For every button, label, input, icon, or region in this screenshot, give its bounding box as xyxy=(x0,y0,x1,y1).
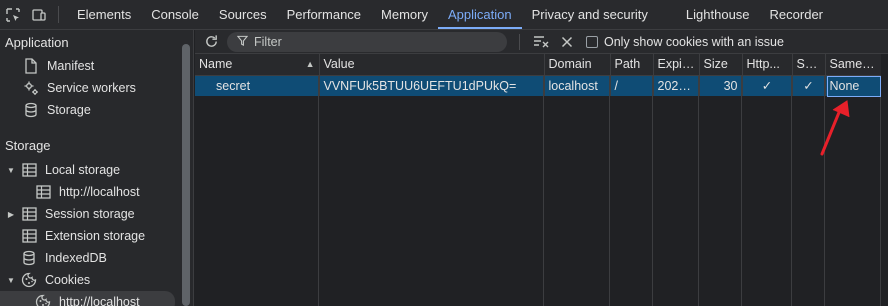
samesite-cell-focus-outline xyxy=(827,76,881,97)
column-divider xyxy=(825,75,881,306)
table-icon xyxy=(20,162,38,178)
only-issues-label: Only show cookies with an issue xyxy=(604,34,784,49)
cookies-toolbar: Only show cookies with an issue xyxy=(195,30,888,54)
column-divider xyxy=(792,75,825,306)
cookies-panel: Only show cookies with an issue Name ▲ Va… xyxy=(195,30,888,306)
column-header-size[interactable]: Size xyxy=(699,54,743,76)
column-divider xyxy=(699,75,742,306)
sidebar-scrollbar[interactable] xyxy=(182,44,190,306)
sidebar-item-session-storage[interactable]: ▶ Session storage xyxy=(0,203,193,225)
sidebar-item-label: IndexedDB xyxy=(45,251,107,265)
tab-label: Lighthouse xyxy=(685,7,750,22)
sidebar-item-label: Service workers xyxy=(47,81,136,95)
gear-icon xyxy=(22,80,40,96)
sidebar-item-service-workers[interactable]: Service workers xyxy=(0,77,193,99)
column-header-domain[interactable]: Domain xyxy=(544,54,611,76)
sidebar-item-extension-storage[interactable]: Extension storage xyxy=(0,225,193,247)
tab-label: Console xyxy=(151,7,199,22)
tab-label: Sources xyxy=(218,7,267,22)
sidebar-item-label: Local storage xyxy=(45,163,121,177)
column-header-name[interactable]: Name ▲ xyxy=(195,54,320,76)
expand-arrow-icon[interactable]: ▼ xyxy=(4,166,18,175)
column-header-httponly[interactable]: Http... xyxy=(742,54,793,76)
sidebar-item-manifest[interactable]: Manifest xyxy=(0,55,193,77)
filter-input-wrapper[interactable] xyxy=(227,31,507,52)
cookie-icon xyxy=(20,272,38,288)
column-header-samesite[interactable]: SameSite xyxy=(825,54,882,76)
tab-label: Application xyxy=(447,7,512,22)
tab-console[interactable]: Console xyxy=(141,0,209,29)
toolbar-divider xyxy=(58,6,59,23)
column-divider xyxy=(195,75,319,306)
file-icon xyxy=(22,58,40,74)
sidebar-item-label: Cookies xyxy=(45,273,91,287)
sidebar-item-label: Session storage xyxy=(45,207,135,221)
tab-label: Performance xyxy=(286,7,362,22)
device-toolbar-icon[interactable] xyxy=(26,0,52,29)
column-divider xyxy=(653,75,699,306)
column-divider xyxy=(319,75,544,306)
sidebar-item-local-storage[interactable]: ▼ Local storage xyxy=(0,159,193,181)
tab-label: Recorder xyxy=(769,7,824,22)
devtools-tab-bar: Elements Console Sources Performance Mem… xyxy=(0,0,888,30)
column-header-path[interactable]: Path xyxy=(610,54,654,76)
table-empty-area xyxy=(195,75,881,306)
sidebar-section-storage: Storage xyxy=(5,138,51,153)
clear-filtered-cookies-icon[interactable] xyxy=(528,35,554,49)
sidebar-section-application: Application xyxy=(5,35,69,50)
only-issues-checkbox[interactable] xyxy=(586,35,598,48)
expand-arrow-icon[interactable]: ▼ xyxy=(4,276,18,285)
sidebar-item-label: Manifest xyxy=(47,59,95,73)
sidebar-item-label: http://localhost xyxy=(59,295,140,306)
column-header-expires[interactable]: Expir... xyxy=(653,54,700,76)
table-icon xyxy=(34,184,52,200)
inspect-icon[interactable] xyxy=(0,0,26,29)
table-icon xyxy=(20,228,38,244)
sidebar-item-cookies[interactable]: ▼ Cookies xyxy=(0,269,193,291)
table-header-row: Name ▲ Value Domain Path Expir... Size Ht… xyxy=(195,54,882,76)
filter-icon xyxy=(236,35,249,49)
sort-ascending-icon: ▲ xyxy=(305,59,315,70)
tab-privacy-and-security[interactable]: Privacy and security xyxy=(522,0,676,29)
database-icon xyxy=(22,102,40,118)
column-divider xyxy=(544,75,610,306)
tab-label: Privacy and security xyxy=(531,7,648,22)
sidebar-item-indexeddb[interactable]: IndexedDB xyxy=(0,247,193,269)
expand-arrow-icon[interactable]: ▶ xyxy=(4,210,18,219)
column-header-secure[interactable]: Se... xyxy=(792,54,826,76)
column-header-value[interactable]: Value xyxy=(319,54,545,76)
tab-lighthouse[interactable]: Lighthouse xyxy=(676,0,760,29)
refresh-icon[interactable] xyxy=(195,34,227,49)
column-label: Name xyxy=(199,57,233,72)
tab-recorder[interactable]: Recorder xyxy=(760,0,833,29)
column-divider xyxy=(610,75,653,306)
sidebar-item-cookies-localhost[interactable]: http://localhost xyxy=(0,291,175,306)
tab-elements[interactable]: Elements xyxy=(67,0,141,29)
database-icon xyxy=(20,250,38,266)
application-sidebar: Application Manifest Service workers Sto… xyxy=(0,30,194,306)
filter-input[interactable] xyxy=(254,34,494,49)
table-scrollbar[interactable] xyxy=(881,54,888,306)
tab-performance[interactable]: Performance xyxy=(277,0,371,29)
sidebar-item-label: Storage xyxy=(47,103,91,117)
clear-all-cookies-icon[interactable] xyxy=(554,36,580,48)
sidebar-item-label: http://localhost xyxy=(59,185,140,199)
sidebar-item-local-storage-localhost[interactable]: http://localhost xyxy=(0,181,193,203)
sidebar-item-label: Extension storage xyxy=(45,229,146,243)
cookie-icon xyxy=(34,294,52,306)
column-divider xyxy=(742,75,792,306)
tab-application[interactable]: Application xyxy=(437,0,522,29)
table-icon xyxy=(20,206,38,222)
tab-sources[interactable]: Sources xyxy=(209,0,277,29)
sidebar-item-storage[interactable]: Storage xyxy=(0,99,193,121)
tab-label: Memory xyxy=(381,7,428,22)
tab-label: Elements xyxy=(77,7,132,22)
toolbar-divider xyxy=(519,33,520,50)
tab-memory[interactable]: Memory xyxy=(371,0,438,29)
